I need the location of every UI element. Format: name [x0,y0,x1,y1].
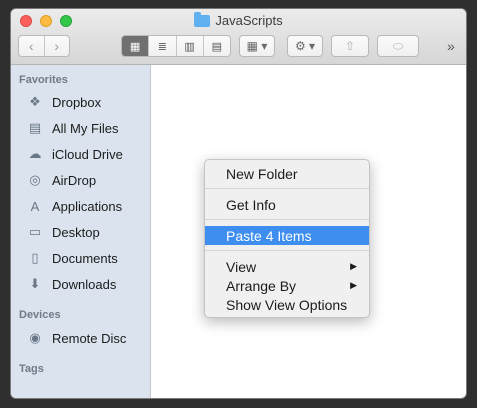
sidebar-item-label: Desktop [52,224,100,240]
tag-button[interactable]: ⬭ [377,35,419,57]
sidebar-item-label: Downloads [52,276,117,292]
menu-item-paste[interactable]: Paste 4 Items [205,226,369,245]
sidebar-item-label: Applications [52,198,123,214]
double-chevron-icon: » [447,38,455,54]
menu-item-new-folder[interactable]: New Folder [205,164,369,183]
sidebar-item-desktop[interactable]: ▭ Desktop [25,221,149,243]
favorites-section-title: Favorites [19,74,68,86]
airdrop-icon: ◎ [29,172,41,187]
sidebar: Favorites ❖ Dropbox ▤ All My Files ☁ iCl… [11,65,151,398]
list-view-button[interactable]: ≣ [148,36,175,56]
submenu-arrow-icon: ▶ [350,261,357,271]
cloud-icon: ☁ [28,146,42,161]
action-button[interactable]: ⚙ ▾ [287,35,323,57]
tag-icon: ⬭ [392,38,404,53]
icon-view-button[interactable]: ▦ [122,36,149,56]
submenu-arrow-icon: ▶ [350,280,357,290]
menu-item-get-info[interactable]: Get Info [205,195,369,214]
sidebar-item-applications[interactable]: A Applications [25,195,149,217]
view-mode-selector: ▦ ≣ ▥ ▤ [121,35,231,57]
sidebar-item-airdrop[interactable]: ◎ AirDrop [25,169,149,191]
cover-flow-icon: ▤ [211,40,223,53]
sidebar-item-label: Documents [52,250,118,266]
menu-item-show-view-options[interactable]: Show View Options [205,295,369,314]
toolbar-overflow-button[interactable]: » [447,38,455,54]
sidebar-item-all-my-files[interactable]: ▤ All My Files [25,117,149,139]
folder-icon [194,11,211,27]
finder-window: JavaScripts ‹ › ▦ ≣ ▥ ▤ ▦ ▾ ⚙ ▾ ⇧ ⬭ » Fa… [10,8,467,399]
menu-item-label: New Folder [226,165,298,182]
column-view-button[interactable]: ▥ [175,36,203,56]
window-title: JavaScripts [11,11,466,28]
applications-icon: A [30,198,40,214]
sidebar-item-label: Remote Disc [52,330,127,346]
context-menu: New Folder Get Info Paste 4 Items View ▶… [204,159,370,318]
disc-icon: ◉ [29,330,41,345]
sidebar-item-dropbox[interactable]: ❖ Dropbox [25,91,149,113]
share-icon: ⇧ [344,39,356,53]
chevron-right-icon: › [54,38,60,54]
sidebar-item-label: iCloud Drive [52,146,123,162]
menu-item-label: Show View Options [226,296,348,313]
list-view-icon: ≣ [157,40,167,53]
back-button[interactable]: ‹ [19,36,44,56]
sidebar-item-remote-disc[interactable]: ◉ Remote Disc [25,327,149,349]
toolbar: JavaScripts ‹ › ▦ ≣ ▥ ▤ ▦ ▾ ⚙ ▾ ⇧ ⬭ » [11,9,466,65]
gear-icon: ⚙ ▾ [294,39,316,53]
devices-section-title: Devices [19,309,61,321]
arrange-icon: ▦ ▾ [246,39,268,53]
icon-view-icon: ▦ [129,40,141,53]
menu-item-label: View [226,258,257,275]
dropbox-icon: ❖ [29,94,41,109]
sidebar-item-downloads[interactable]: ⬇ Downloads [25,273,149,295]
menu-separator [205,219,369,220]
menu-separator [205,188,369,189]
share-button[interactable]: ⇧ [331,35,369,57]
downloads-icon: ⬇ [29,276,41,291]
menu-item-label: Paste 4 Items [226,227,312,244]
documents-icon: ▯ [31,250,39,265]
menu-item-view[interactable]: View ▶ [205,257,369,276]
sidebar-item-label: Dropbox [52,94,102,110]
navigation-buttons: ‹ › [18,35,70,57]
sidebar-item-label: All My Files [52,120,119,136]
menu-item-arrange-by[interactable]: Arrange By ▶ [205,276,369,295]
column-view-icon: ▥ [184,40,195,53]
chevron-left-icon: ‹ [28,38,34,54]
sidebar-item-documents[interactable]: ▯ Documents [25,247,149,269]
all-files-icon: ▤ [28,120,42,135]
menu-item-label: Arrange By [226,277,297,294]
menu-item-label: Get Info [226,196,276,213]
forward-button[interactable]: › [43,36,70,56]
sidebar-item-label: AirDrop [52,172,97,188]
menu-separator [205,250,369,251]
tags-section-title: Tags [19,363,44,375]
cover-flow-button[interactable]: ▤ [202,36,230,56]
desktop-icon: ▭ [28,224,42,239]
window-title-text: JavaScripts [215,13,283,28]
arrange-button[interactable]: ▦ ▾ [239,35,275,57]
sidebar-item-icloud-drive[interactable]: ☁ iCloud Drive [25,143,149,165]
